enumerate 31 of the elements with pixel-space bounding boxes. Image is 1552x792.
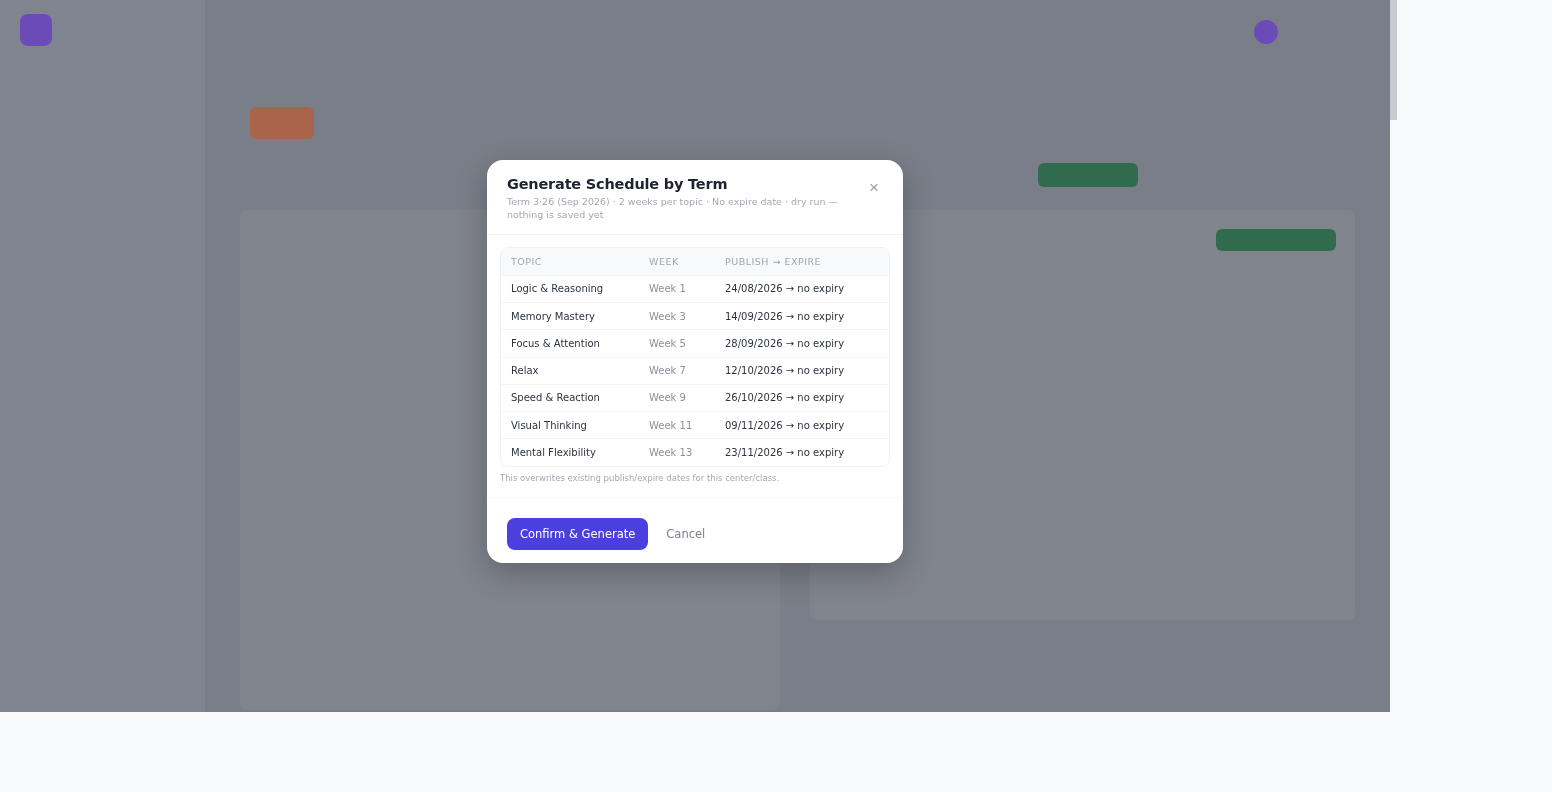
table-cell-text: Focus & Attention bbox=[511, 337, 601, 349]
column-header: TOPIC bbox=[511, 255, 543, 267]
table-cell-text: Week 5 bbox=[649, 337, 687, 349]
table-cell-text: 26/10/2026 → no expiry bbox=[725, 392, 846, 404]
table-cell-text: 24/08/2026 → no expiry bbox=[725, 283, 846, 295]
warning-note: This overwrites existing publish/expire dates for this center/class. bbox=[500, 472, 781, 483]
table-cell-text: 09/11/2026 → no expiry bbox=[725, 419, 846, 431]
column-header: WEEK bbox=[649, 255, 680, 267]
scrollbar-thumb[interactable] bbox=[1390, 0, 1397, 120]
dialog-subtitle: Term 3·26 (Sep 2026) · 2 weeks per topic · No expire date · dry run — nothing is saved yet bbox=[507, 196, 840, 222]
table-cell-text: 12/10/2026 → no expiry bbox=[725, 365, 846, 377]
table-cell-text: Week 13 bbox=[649, 447, 694, 459]
table-cell-text: Week 11 bbox=[649, 419, 694, 431]
table-cell-text: 23/11/2026 → no expiry bbox=[725, 447, 846, 459]
table-cell-text: 14/09/2026 → no expiry bbox=[725, 310, 846, 322]
table-cell-text: Visual Thinking bbox=[511, 419, 588, 431]
table-cell-text: Logic & Reasoning bbox=[511, 283, 605, 295]
table-cell-text: Week 1 bbox=[649, 283, 687, 295]
table-cell-text: Mental Flexibility bbox=[511, 447, 597, 459]
table-cell-text: Week 9 bbox=[649, 392, 687, 404]
table-cell-text: Memory Mastery bbox=[511, 310, 596, 322]
dialog-title: Generate Schedule by Term bbox=[507, 176, 729, 192]
confirm-button[interactable]: Confirm & Generate bbox=[507, 517, 649, 550]
table-cell-text: Relax bbox=[511, 365, 540, 377]
table-cell-text: Week 3 bbox=[649, 310, 687, 322]
cancel-button[interactable]: Cancel bbox=[656, 518, 716, 549]
table-cell-text: 28/09/2026 → no expiry bbox=[725, 337, 846, 349]
column-header: PUBLISH → EXPIRE bbox=[725, 255, 823, 267]
table-cell-text: Week 7 bbox=[649, 365, 687, 377]
table-cell-text: Speed & Reaction bbox=[511, 392, 601, 404]
close-button[interactable]: × bbox=[865, 176, 883, 200]
